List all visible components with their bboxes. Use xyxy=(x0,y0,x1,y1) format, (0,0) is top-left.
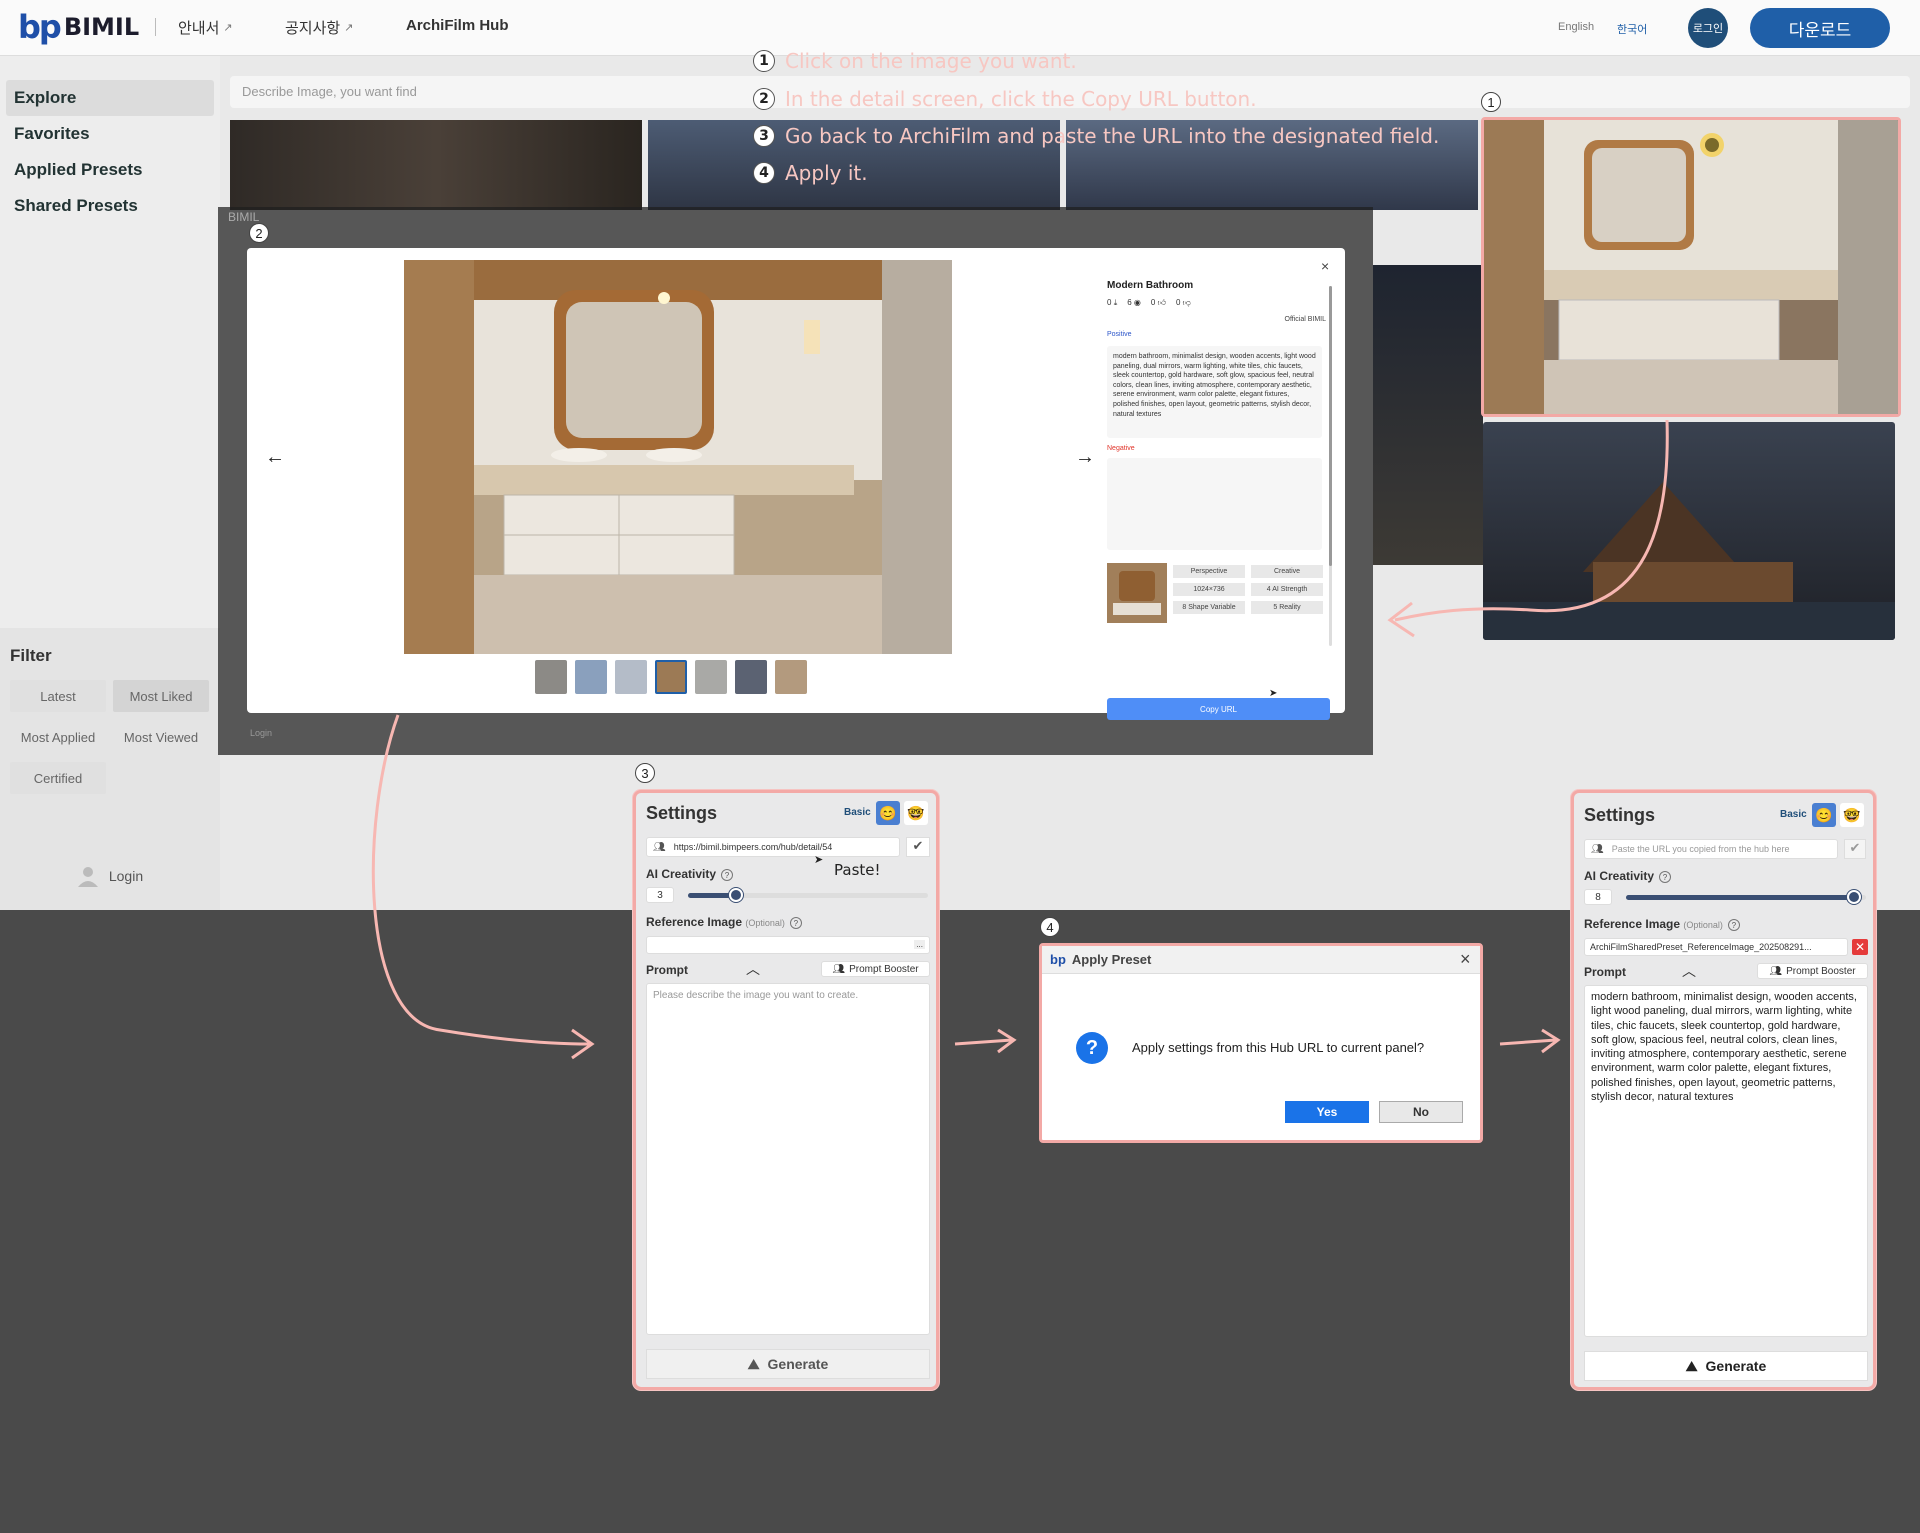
annotation-arrows xyxy=(371,419,1669,1060)
arrow-dialog-to-panel xyxy=(1499,1038,1557,1046)
arrow-modal-to-panel xyxy=(371,714,591,1046)
arrow-image-to-modal xyxy=(1394,419,1669,622)
arrow-panel-to-dialog xyxy=(954,1038,1013,1046)
